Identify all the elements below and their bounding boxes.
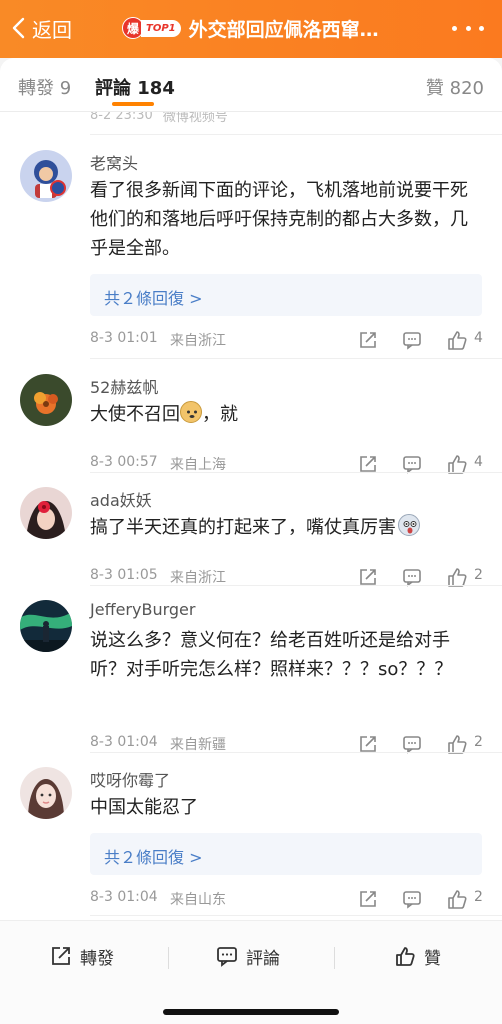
comment-username[interactable]: 哎呀你霉了 xyxy=(90,767,170,791)
comment-text-suffix: ，就 xyxy=(202,404,238,425)
comment-text: 大使不召回 ，就 xyxy=(90,400,482,429)
tab-active-indicator xyxy=(112,102,154,106)
avatar[interactable] xyxy=(20,600,72,652)
repost-button[interactable]: 轉發 xyxy=(50,943,114,969)
comment-location: 来自浙江 xyxy=(170,570,226,586)
comment-meta: 8-3 00:57 来自上海 4 xyxy=(90,454,483,474)
comment-text: 搞了半天还真的打起来了，嘴仗真厉害 xyxy=(90,513,482,542)
comment-time: 8-3 01:05 xyxy=(90,567,158,583)
like-count: 4 xyxy=(474,330,483,346)
divider xyxy=(90,358,502,359)
like-icon[interactable] xyxy=(446,888,468,910)
like-button[interactable]: 贊 xyxy=(394,943,441,969)
divider xyxy=(168,947,169,969)
comment-location: 来自浙江 xyxy=(170,333,226,349)
comment-meta: 8-3 01:05 来自浙江 2 xyxy=(90,567,483,587)
top-header: 返回 爆 TOP1 外交部回应佩洛西窜… xyxy=(0,0,502,58)
previous-item-time: 8-2 23:30 xyxy=(90,112,153,123)
comment-text: 说这么多？意义何在？给老百姓听还是给对手听？对手听完怎么样？照样来？？？so？？… xyxy=(90,630,453,680)
divider xyxy=(90,134,502,135)
comment-label: 評論 xyxy=(246,948,280,969)
comment-location: 来自山东 xyxy=(170,892,226,908)
back-label: 返回 xyxy=(32,17,72,42)
previous-item-source: 微博视频号 xyxy=(162,112,228,125)
like-label: 贊 xyxy=(424,948,441,969)
share-icon xyxy=(52,947,70,965)
divider xyxy=(334,947,335,969)
divider xyxy=(90,472,502,473)
more-options-icon[interactable] xyxy=(452,18,484,38)
avatar[interactable] xyxy=(20,150,72,202)
like-icon xyxy=(396,947,415,966)
surprised-emoji-icon xyxy=(398,514,420,536)
comment-button[interactable]: 評論 xyxy=(216,943,280,969)
comment-text: 中国太能忍了 xyxy=(90,797,198,818)
like-count: 2 xyxy=(474,567,483,583)
share-icon[interactable] xyxy=(358,734,378,754)
topic-title: 外交部回应佩洛西窜… xyxy=(188,18,379,41)
reply-icon[interactable] xyxy=(402,889,422,909)
repost-label: 轉發 xyxy=(80,948,114,969)
like-count: 2 xyxy=(474,889,483,905)
comment-text-main: 搞了半天还真的打起来了，嘴仗真厉害 xyxy=(90,517,396,538)
chevron-left-icon xyxy=(12,17,25,39)
previous-item-meta: 8-2 23:30 微博视频号 xyxy=(90,112,482,125)
share-icon[interactable] xyxy=(358,330,378,350)
comment-icon xyxy=(217,947,237,967)
comment-username[interactable]: ada妖妖 xyxy=(90,487,152,511)
tab-repost[interactable]: 轉發 9 xyxy=(18,74,71,100)
comment-meta: 8-3 01:01 来自浙江 4 xyxy=(90,329,483,351)
comment-username[interactable]: JefferyBurger xyxy=(90,600,195,619)
divider xyxy=(90,752,502,753)
divider xyxy=(90,915,502,916)
comment-location: 来自上海 xyxy=(170,457,226,473)
topic-title-link[interactable]: 爆 TOP1 外交部回应佩洛西窜… xyxy=(122,14,379,42)
home-indicator xyxy=(163,1009,339,1015)
comment-username[interactable]: 老窝头 xyxy=(90,150,138,174)
bottom-action-bar: 轉發 評論 贊 xyxy=(0,920,502,1024)
avatar[interactable] xyxy=(20,374,72,426)
like-count: 4 xyxy=(474,454,483,470)
like-count: 2 xyxy=(474,734,483,750)
tab-bar: 轉發 9 評論 184 贊 820 xyxy=(0,58,502,112)
comment-time: 8-3 01:04 xyxy=(90,734,158,750)
view-replies-link[interactable]: 共２條回復 > xyxy=(90,274,482,316)
comment-username[interactable]: 52赫兹帆 xyxy=(90,374,158,398)
tab-likes[interactable]: 贊 820 xyxy=(426,74,484,100)
share-icon[interactable] xyxy=(358,567,378,587)
avatar[interactable] xyxy=(20,487,72,539)
share-icon[interactable] xyxy=(358,454,378,474)
doge-emoji-icon xyxy=(180,401,202,423)
comment-meta: 8-3 01:04 来自新疆 2 xyxy=(90,734,483,754)
view-replies-link[interactable]: 共２條回復 > xyxy=(90,833,482,875)
comment-list[interactable]: 8-2 23:30 微博视频号 老窝头 看了很多新闻下面的评论，飞机落地前说要干… xyxy=(0,112,502,920)
divider xyxy=(90,585,502,586)
reply-icon[interactable] xyxy=(402,734,422,754)
avatar[interactable] xyxy=(20,767,72,819)
reply-icon[interactable] xyxy=(402,454,422,474)
comment-time: 8-3 00:57 xyxy=(90,454,158,470)
comment-location: 来自新疆 xyxy=(170,737,226,753)
like-icon[interactable] xyxy=(446,329,468,351)
hot-badge: 爆 TOP1 xyxy=(122,16,181,40)
back-button[interactable]: 返回 xyxy=(10,13,72,43)
comment-time: 8-3 01:04 xyxy=(90,889,158,905)
comment-text: 看了很多新闻下面的评论，飞机落地前说要干死他们的和落地后呼吁保持克制的都占大多数… xyxy=(90,180,468,259)
comment-meta: 8-3 01:04 来自山东 2 xyxy=(90,888,483,910)
comment-time: 8-3 01:01 xyxy=(90,330,158,346)
tab-comments[interactable]: 評論 184 xyxy=(95,74,175,100)
share-icon[interactable] xyxy=(358,889,378,909)
reply-icon[interactable] xyxy=(402,330,422,350)
hot-badge-rank: TOP1 xyxy=(141,19,181,37)
reply-icon[interactable] xyxy=(402,567,422,587)
comment-text-main: 大使不召回 xyxy=(90,404,180,425)
